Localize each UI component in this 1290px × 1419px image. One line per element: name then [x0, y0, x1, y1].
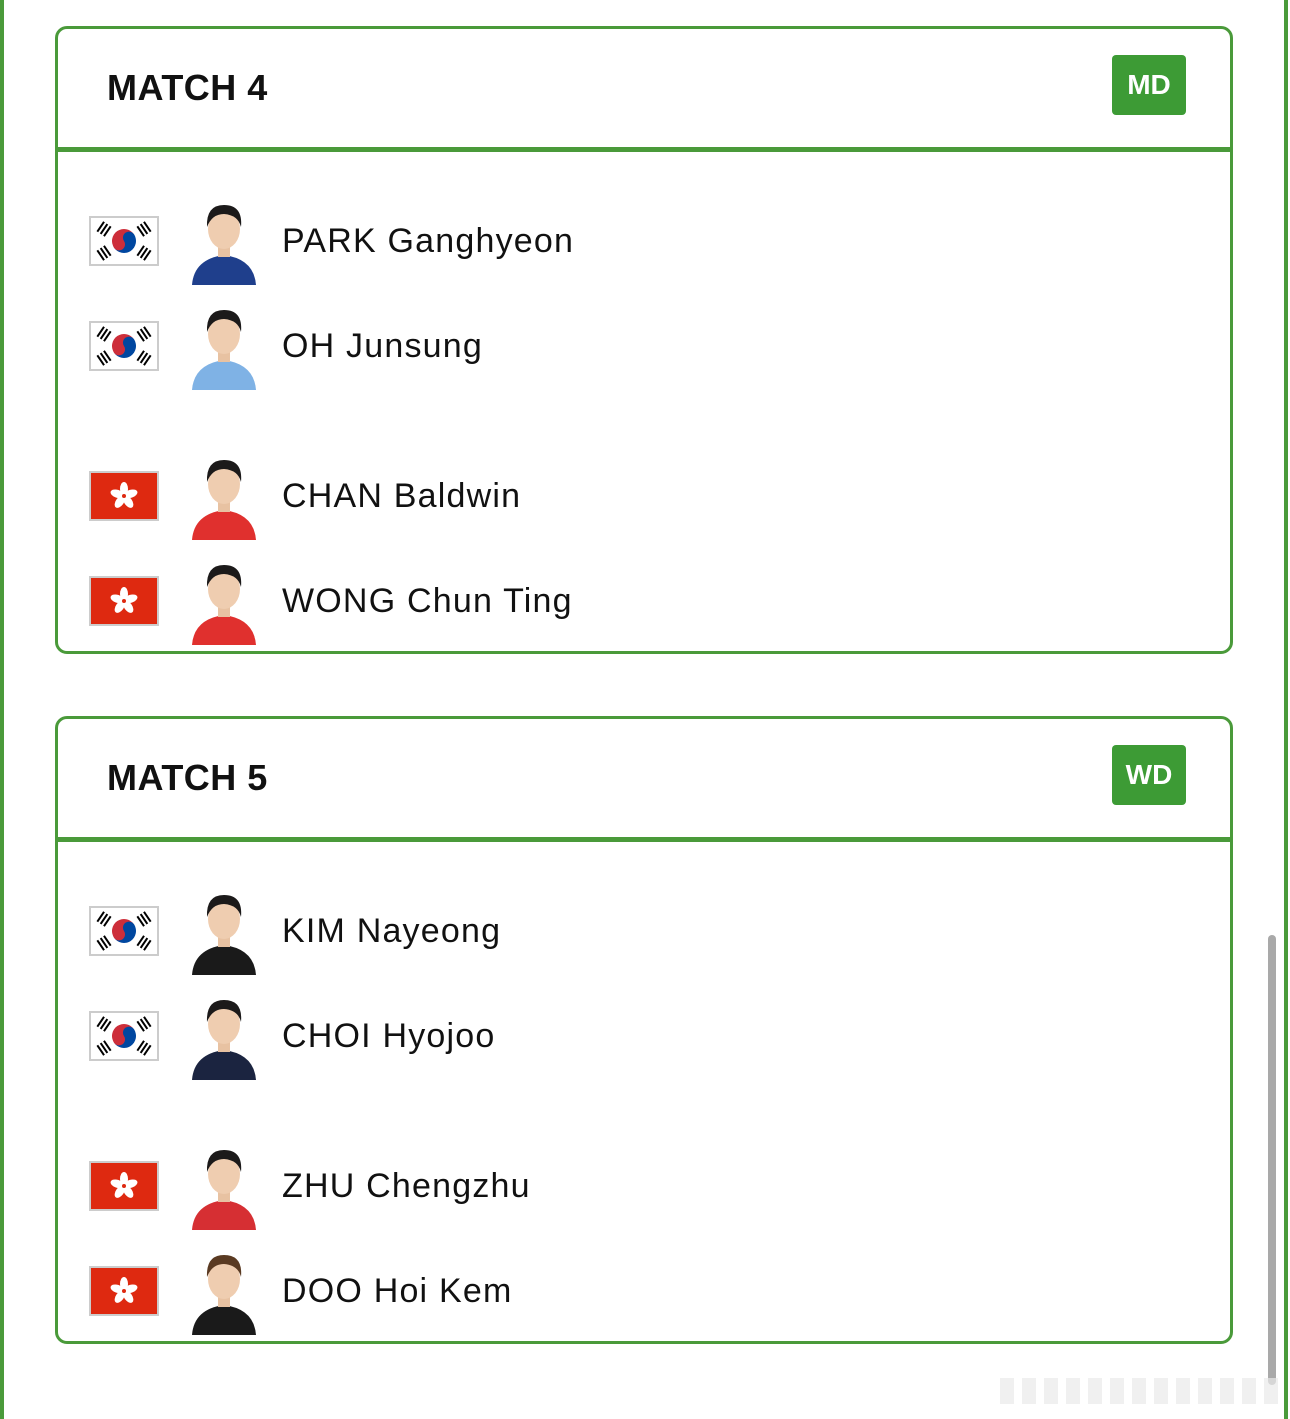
player-name[interactable]: OH Junsung [282, 327, 483, 366]
player-name[interactable]: KIM Nayeong [282, 912, 501, 951]
south-korea-flag-icon [89, 321, 159, 371]
match-title: MATCH 4 [107, 67, 268, 108]
player-row[interactable]: WONG Chun Ting [58, 550, 1228, 650]
player-name[interactable]: PARK Ganghyeon [282, 222, 574, 261]
player-avatar [188, 555, 260, 645]
right-frame-border [1284, 0, 1288, 1419]
left-frame-border [0, 0, 4, 1419]
south-korea-flag-icon [89, 1011, 159, 1061]
hong-kong-flag-icon [89, 1161, 159, 1211]
player-name[interactable]: DOO Hoi Kem [282, 1272, 512, 1311]
player-row[interactable]: DOO Hoi Kem [58, 1240, 1228, 1340]
match-title: MATCH 5 [107, 757, 268, 798]
player-row[interactable]: KIM Nayeong [58, 880, 1228, 980]
player-avatar [188, 450, 260, 540]
player-row[interactable]: ZHU Chengzhu [58, 1135, 1228, 1235]
player-avatar [188, 990, 260, 1080]
player-avatar [188, 300, 260, 390]
watermark [1000, 1378, 1280, 1404]
south-korea-flag-icon [89, 216, 159, 266]
player-avatar [188, 195, 260, 285]
player-avatar [188, 1140, 260, 1230]
player-avatar [188, 885, 260, 975]
south-korea-flag-icon [89, 906, 159, 956]
match-header: MATCH 5 WD [58, 719, 1230, 842]
player-row[interactable]: CHAN Baldwin [58, 445, 1228, 545]
hong-kong-flag-icon [89, 471, 159, 521]
player-name[interactable]: WONG Chun Ting [282, 582, 573, 621]
event-badge[interactable]: WD [1112, 745, 1186, 805]
player-name[interactable]: CHAN Baldwin [282, 477, 521, 516]
player-row[interactable]: OH Junsung [58, 295, 1228, 395]
player-name[interactable]: ZHU Chengzhu [282, 1167, 531, 1206]
player-row[interactable]: CHOI Hyojoo [58, 985, 1228, 1085]
player-name[interactable]: CHOI Hyojoo [282, 1017, 495, 1056]
match-header: MATCH 4 MD [58, 29, 1230, 152]
vertical-scrollbar[interactable] [1268, 935, 1276, 1385]
hong-kong-flag-icon [89, 576, 159, 626]
match-card: MATCH 4 MD PARK Ganghyeon OH Junsung CHA… [55, 26, 1233, 654]
event-badge[interactable]: MD [1112, 55, 1186, 115]
hong-kong-flag-icon [89, 1266, 159, 1316]
player-row[interactable]: PARK Ganghyeon [58, 190, 1228, 290]
player-avatar [188, 1245, 260, 1335]
match-card: MATCH 5 WD KIM Nayeong CHOI Hyojoo ZHU C… [55, 716, 1233, 1344]
